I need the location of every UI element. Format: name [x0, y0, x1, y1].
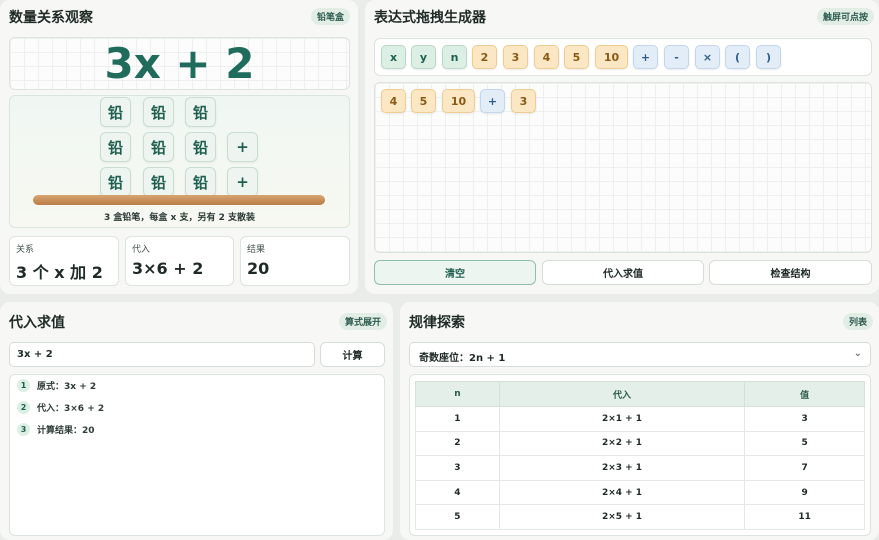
palette-chip-4[interactable]: 4: [534, 45, 559, 69]
cell-substitute: 2×1 + 1: [498, 406, 746, 432]
stat-card-substitute: 代入 3×6 + 2: [125, 236, 234, 286]
step-item: 2 代入：3×6 + 2: [17, 401, 104, 414]
pattern-badge[interactable]: 列表: [843, 313, 874, 330]
stat-label: 代入: [132, 245, 151, 255]
expression-input[interactable]: [9, 342, 315, 367]
palette-chip-x[interactable]: x: [381, 45, 406, 69]
pencil-box-tile: 铅: [185, 97, 216, 127]
palette-chip-3[interactable]: 3: [503, 45, 528, 69]
stat-card-relation: 关系 3 个 x 加 2: [9, 236, 119, 286]
step-number: 2: [17, 401, 30, 414]
cell-substitute: 2×5 + 1: [498, 504, 746, 530]
stat-label: 结果: [247, 245, 266, 255]
pencil-box-tile: 铅: [100, 97, 131, 127]
clear-button[interactable]: 清空: [374, 260, 536, 285]
substitute-badge[interactable]: 算式展开: [339, 313, 388, 330]
step-number: 3: [17, 423, 30, 436]
cell-substitute: 2×2 + 1: [498, 430, 746, 457]
stat-value: 3×6 + 2: [132, 259, 204, 278]
check-structure-button[interactable]: 检查结构: [709, 260, 872, 285]
table-row: 3 2×3 + 1 7: [415, 455, 865, 481]
palette-chip-n[interactable]: n: [442, 45, 467, 69]
workspace-chip[interactable]: 3: [511, 89, 536, 113]
palette-chip-10[interactable]: 10: [595, 45, 628, 69]
palette-chip-2[interactable]: 2: [472, 45, 497, 69]
cell-value: 3: [744, 406, 865, 432]
substitute-title: 代入求值: [9, 315, 65, 331]
pencil-box-tile: 铅: [143, 167, 174, 197]
palette-chip-minus[interactable]: -: [664, 45, 689, 69]
table-row: 2 2×2 + 1 5: [415, 430, 865, 457]
pattern-table: n 代入 值 1 2×1 + 1 3 2 2×2 + 1 5 3 2×3 + 1…: [415, 381, 865, 530]
pencil-box-tile: 铅: [100, 167, 131, 197]
cell-value: 7: [744, 455, 865, 481]
pencil-box-tile: 铅: [100, 132, 131, 162]
cell-substitute: 2×3 + 1: [498, 455, 746, 481]
pattern-title: 规律探索: [409, 315, 465, 331]
column-header-value: 值: [744, 381, 865, 407]
chevron-down-icon: ⌄: [853, 348, 862, 359]
observe-panel: 数量关系观察 铅笔盒 3x + 2 铅 铅 铅 铅 铅 铅 + 铅 铅 铅 + …: [0, 0, 358, 294]
workspace-chip[interactable]: +: [480, 89, 505, 113]
pencil-box-tile: 铅: [143, 132, 174, 162]
table-row: 4 2×4 + 1 9: [415, 479, 865, 506]
cell-n: 3: [415, 455, 500, 481]
step-text: 计算结果：20: [37, 426, 95, 436]
builder-title: 表达式拖拽生成器: [374, 10, 486, 26]
step-text: 原式：3x + 2: [37, 382, 97, 392]
pattern-select[interactable]: 奇数座位：2n + 1 ⌄: [409, 342, 871, 367]
workspace-chip[interactable]: 10: [442, 89, 475, 113]
pencil-visual: [9, 95, 350, 228]
column-header-substitute: 代入: [498, 381, 746, 407]
palette-chip-lparen[interactable]: (: [725, 45, 750, 69]
cell-value: 9: [744, 479, 865, 506]
steps-box: [9, 374, 385, 536]
table-row: 5 2×5 + 1 11: [415, 504, 865, 530]
compute-button[interactable]: 计算: [320, 342, 385, 367]
loose-pencil-tile: +: [227, 167, 258, 197]
cell-n: 5: [415, 504, 500, 530]
column-header-n: n: [415, 381, 500, 407]
expression-display: 3x + 2: [9, 37, 350, 90]
cell-value: 11: [744, 504, 865, 530]
stat-card-result: 结果 20: [240, 236, 350, 286]
stat-value: 3 个 x 加 2: [16, 263, 103, 282]
step-text: 代入：3×6 + 2: [37, 404, 105, 414]
step-item: 1 原式：3x + 2: [17, 379, 96, 392]
shelf-bar: [33, 195, 325, 205]
palette-chip-y[interactable]: y: [411, 45, 436, 69]
pencil-box-tile: 铅: [185, 167, 216, 197]
observe-title: 数量关系观察: [9, 10, 93, 26]
pencil-box-tile: 铅: [185, 132, 216, 162]
cell-n: 4: [415, 479, 500, 506]
stat-value: 20: [247, 259, 270, 278]
table-header-row: n 代入 值: [415, 381, 865, 407]
loose-pencil-tile: +: [227, 132, 258, 162]
step-item: 3 计算结果：20: [17, 423, 95, 436]
pattern-select-value: 奇数座位：2n + 1: [419, 353, 506, 364]
palette-chip-plus[interactable]: +: [633, 45, 658, 69]
cell-substitute: 2×4 + 1: [498, 479, 746, 506]
palette-chip-rparen[interactable]: ): [756, 45, 781, 69]
table-row: 1 2×1 + 1 3: [415, 406, 865, 432]
pencil-box-tile: 铅: [143, 97, 174, 127]
step-number: 1: [17, 379, 30, 392]
expression-text: 3x + 2: [104, 39, 255, 88]
cell-n: 2: [415, 430, 500, 457]
builder-badge[interactable]: 触屏可点按: [817, 8, 875, 25]
palette-chip-times[interactable]: ×: [695, 45, 720, 69]
palette-chip-5[interactable]: 5: [564, 45, 589, 69]
observe-badge[interactable]: 铅笔盒: [311, 8, 351, 25]
workspace-chip[interactable]: 5: [411, 89, 436, 113]
substitute-panel: 代入求值 算式展开 计算 1 原式：3x + 2 2 代入：3×6 + 2 3 …: [0, 302, 393, 540]
cell-value: 5: [744, 430, 865, 457]
pencil-caption: 3 盒铅笔，每盒 x 支，另有 2 支散装: [104, 213, 255, 223]
evaluate-button[interactable]: 代入求值: [542, 260, 704, 285]
stat-label: 关系: [16, 245, 35, 255]
cell-n: 1: [415, 406, 500, 432]
workspace-chip[interactable]: 4: [381, 89, 406, 113]
